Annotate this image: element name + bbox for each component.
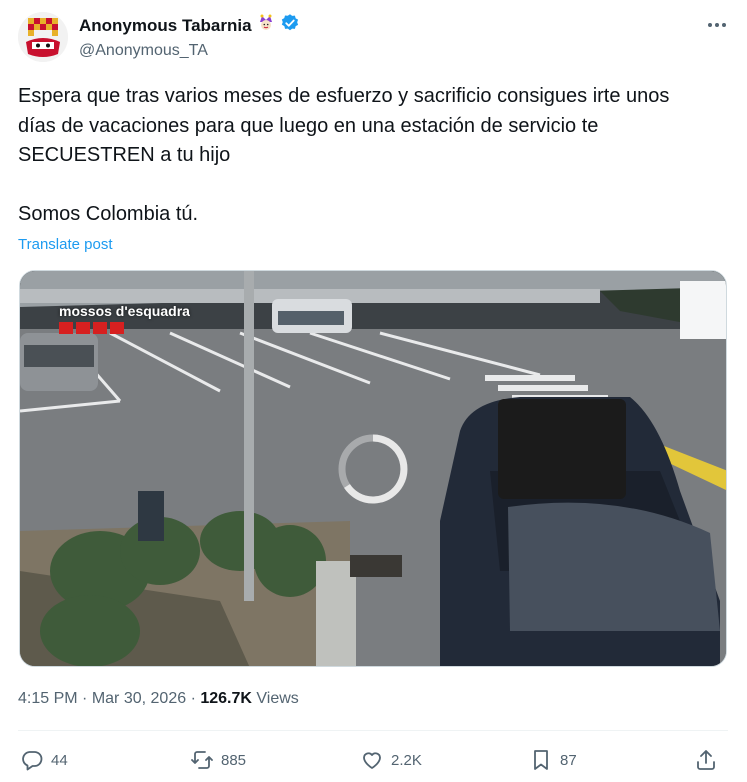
- bookmark-button[interactable]: 87: [529, 748, 577, 772]
- display-name[interactable]: Anonymous Tabarnia: [79, 16, 252, 36]
- loading-spinner-icon: [335, 431, 411, 507]
- repost-count: 885: [221, 751, 247, 769]
- tweet-line: SECUESTREN a tu hijo: [18, 144, 231, 166]
- tweet-paragraph: Somos Colombia tú.: [18, 203, 199, 225]
- views-count: 126.7K: [200, 690, 252, 707]
- verified-badge-icon[interactable]: [280, 13, 300, 38]
- more-horizontal-icon[interactable]: [704, 14, 730, 38]
- jester-emoji-icon: [257, 14, 275, 37]
- watermark-text: mossos d'esquadra: [59, 303, 190, 319]
- author-handle[interactable]: @Anonymous_TA: [79, 42, 300, 60]
- tweet-meta: 4:15 PM · Mar 30, 2026 · 126.7K Views: [18, 690, 299, 708]
- mossos-stripes: [59, 322, 190, 334]
- share-button[interactable]: [694, 748, 718, 772]
- tweet-date[interactable]: Mar 30, 2026: [92, 690, 186, 707]
- share-icon: [697, 750, 715, 770]
- repost-button[interactable]: 885: [190, 748, 246, 772]
- divider: [18, 730, 728, 731]
- views-label: Views: [256, 690, 299, 707]
- like-count: 2.2K: [391, 751, 422, 769]
- reply-icon: [22, 751, 43, 771]
- meta-separator: ·: [82, 690, 88, 707]
- tweet-text: Espera que tras varios meses de esfuerzo…: [18, 82, 718, 230]
- tweet-header: Anonymous Tabarnia @Anonymous_TA: [18, 12, 730, 62]
- action-bar: 44 885 2.2K 87: [18, 748, 728, 780]
- tweet-line: Espera que tras varios meses de esfuerzo…: [18, 85, 670, 107]
- author-names: Anonymous Tabarnia @Anonymous_TA: [79, 13, 300, 60]
- avatar[interactable]: [18, 12, 68, 62]
- video-player[interactable]: mossos d'esquadra: [19, 270, 727, 667]
- bookmark-icon: [534, 750, 548, 770]
- reply-count: 44: [51, 751, 68, 769]
- bookmark-count: 87: [560, 751, 577, 769]
- reply-button[interactable]: 44: [20, 748, 68, 772]
- tweet-time[interactable]: 4:15 PM: [18, 690, 78, 707]
- tweet-line: días de vacaciones para que luego en una…: [18, 114, 599, 137]
- name-row: Anonymous Tabarnia: [79, 13, 300, 38]
- repost-icon: [191, 751, 213, 769]
- translate-post-link[interactable]: Translate post: [18, 236, 113, 253]
- like-button[interactable]: 2.2K: [360, 748, 422, 772]
- video-watermark: mossos d'esquadra: [59, 303, 190, 334]
- meta-separator: ·: [190, 690, 196, 707]
- heart-icon: [363, 752, 381, 769]
